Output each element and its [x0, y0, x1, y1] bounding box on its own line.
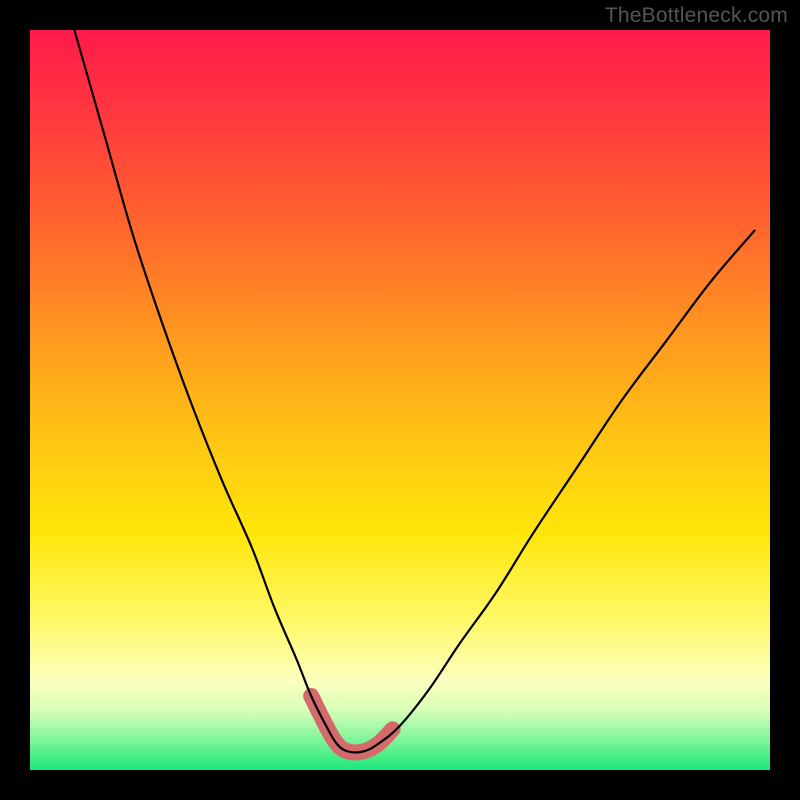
- valley-highlight: [311, 696, 392, 752]
- curve-layer: [30, 30, 770, 770]
- plot-area: [30, 30, 770, 770]
- chart-frame: TheBottleneck.com: [0, 0, 800, 800]
- bottleneck-curve: [74, 30, 755, 752]
- watermark-text: TheBottleneck.com: [605, 4, 788, 28]
